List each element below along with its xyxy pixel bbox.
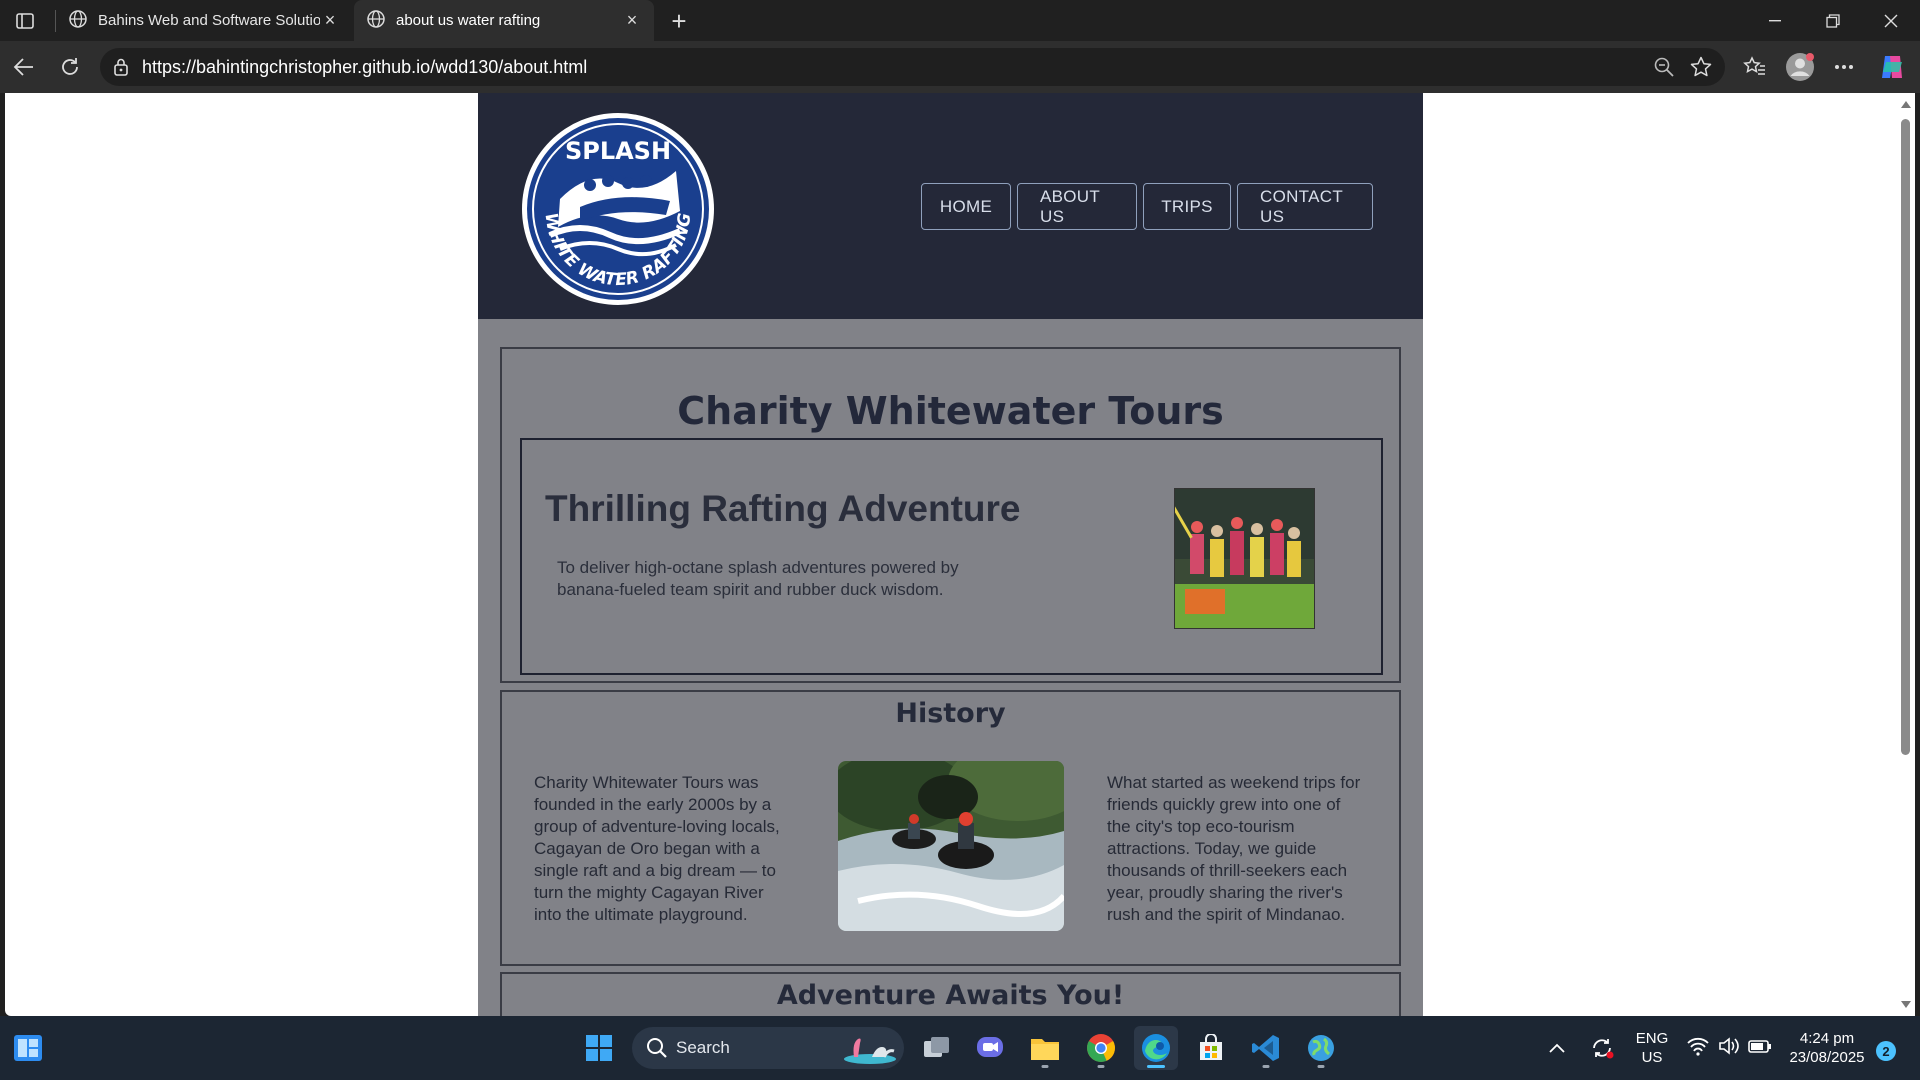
adventure-heading: Thrilling Rafting Adventure: [545, 488, 1021, 529]
address-bar[interactable]: https://bahintingchristopher.github.io/w…: [100, 48, 1725, 86]
search-label: Search: [676, 1038, 730, 1057]
close-window-icon[interactable]: [1862, 0, 1920, 41]
browser-tab-1[interactable]: Bahins Web and Software Solution ×: [56, 0, 352, 41]
close-tab-icon[interactable]: ×: [622, 10, 642, 31]
restore-icon[interactable]: [1804, 0, 1862, 41]
battery-icon: [1748, 1037, 1772, 1060]
site-header: SPLASH WHITE WATER RAFTING HOME ABOUT US…: [478, 93, 1423, 319]
browser-toolbar: https://bahintingchristopher.github.io/w…: [0, 41, 1920, 93]
scroll-up-arrow-icon[interactable]: [1901, 101, 1911, 108]
running-indicator: [1147, 1065, 1165, 1068]
nav-contact-us-button[interactable]: CONTACT US: [1237, 183, 1373, 230]
sync-icon[interactable]: [1582, 1026, 1622, 1070]
tab-actions-icon[interactable]: [10, 8, 40, 34]
file-explorer-icon[interactable]: [1023, 1026, 1067, 1070]
splash-logo[interactable]: SPLASH WHITE WATER RAFTING: [520, 111, 716, 307]
tab-title: Bahins Web and Software Solution: [98, 12, 320, 29]
running-indicator: [1317, 1065, 1325, 1068]
minimize-icon[interactable]: [1746, 0, 1804, 41]
running-indicator: [1097, 1065, 1105, 1068]
close-tab-icon[interactable]: ×: [320, 10, 340, 31]
browser-tab-bar: Bahins Web and Software Solution × about…: [0, 0, 1920, 41]
clock[interactable]: 4:24 pm 23/08/2025: [1784, 1029, 1870, 1067]
back-arrow-icon[interactable]: [6, 49, 42, 85]
river-tubing-photo: [838, 761, 1064, 931]
start-windows-icon[interactable]: [577, 1026, 621, 1070]
history-left-text: Charity Whitewater Tours was founded in …: [534, 773, 780, 924]
globe-icon: [68, 9, 88, 33]
copilot-icon[interactable]: [1874, 49, 1910, 85]
microsoft-store-icon[interactable]: [1189, 1026, 1233, 1070]
refresh-icon[interactable]: [52, 49, 88, 85]
new-tab-icon[interactable]: +: [664, 6, 694, 36]
volume-icon: [1718, 1036, 1740, 1061]
search-icon: [646, 1037, 668, 1064]
history-heading: History: [895, 698, 1006, 729]
zoom-out-icon[interactable]: [1653, 56, 1675, 83]
quick-settings[interactable]: [1676, 1026, 1782, 1070]
task-view-icon[interactable]: [915, 1026, 959, 1070]
nav-home-button[interactable]: HOME: [921, 183, 1011, 230]
url-text[interactable]: https://bahintingchristopher.github.io/w…: [142, 57, 587, 78]
adventure-awaits-heading: Adventure Awaits You!: [776, 980, 1125, 1011]
flamingo-search-highlight-icon: [842, 1033, 898, 1070]
history-section: History Charity Whitewater Tours was fou…: [500, 690, 1401, 966]
more-options-icon[interactable]: [1826, 49, 1862, 85]
globe-app-icon[interactable]: [1299, 1026, 1343, 1070]
globe-icon: [366, 9, 386, 33]
page-scrollbar[interactable]: [1896, 93, 1915, 1016]
running-indicator: [1041, 1065, 1049, 1068]
favorites-icon[interactable]: [1737, 49, 1773, 85]
page-viewport: SPLASH WHITE WATER RAFTING HOME ABOUT US…: [5, 93, 1896, 1016]
notification-badge[interactable]: 2: [1876, 1041, 1896, 1061]
region-label: US: [1641, 1049, 1663, 1066]
teams-meet-icon[interactable]: [968, 1026, 1012, 1070]
running-indicator: [1262, 1065, 1270, 1068]
mission-text: To deliver high-octane splash adventures…: [557, 558, 959, 599]
site-container: SPLASH WHITE WATER RAFTING HOME ABOUT US…: [478, 93, 1423, 1016]
chrome-icon[interactable]: [1079, 1026, 1123, 1070]
logo-top-text: SPLASH: [565, 137, 671, 165]
browser-tab-2[interactable]: about us water rafting ×: [354, 0, 654, 41]
lang-label: ENG: [1635, 1030, 1669, 1047]
tab-title: about us water rafting: [396, 12, 541, 29]
adventure-card: Thrilling Rafting Adventure To deliver h…: [520, 438, 1383, 675]
favorite-star-icon[interactable]: [1689, 55, 1713, 84]
language-indicator[interactable]: ENG US: [1626, 1029, 1678, 1067]
nav-about-us-button[interactable]: ABOUT US: [1017, 183, 1137, 230]
scroll-down-arrow-icon[interactable]: [1901, 1001, 1911, 1008]
time-label: 4:24 pm: [1799, 1030, 1855, 1047]
date-label: 23/08/2025: [1789, 1049, 1865, 1066]
about-section: Charity Whitewater Tours Thrilling Rafti…: [500, 347, 1401, 683]
vscode-icon[interactable]: [1244, 1026, 1288, 1070]
lock-icon[interactable]: [112, 57, 130, 82]
nav-trips-button[interactable]: TRIPS: [1143, 183, 1231, 230]
page-title: Charity Whitewater Tours: [677, 389, 1224, 433]
chevron-up-icon[interactable]: [1540, 1026, 1574, 1070]
profile-avatar[interactable]: [1782, 49, 1818, 85]
history-right-text: What started as weekend trips for friend…: [1107, 773, 1361, 924]
main-nav: HOME ABOUT US TRIPS CONTACT US: [921, 183, 1373, 230]
wifi-icon: [1686, 1036, 1710, 1061]
windows-taskbar: Search ENG US 4:24 pm 23/08/2025: [0, 1016, 1920, 1080]
widgets-icon[interactable]: [6, 1026, 50, 1070]
scroll-thumb[interactable]: [1901, 119, 1910, 755]
taskbar-search-box[interactable]: Search: [632, 1027, 904, 1069]
rafting-team-photo: [1174, 488, 1315, 629]
adventure-awaits-section: Adventure Awaits You!: [500, 972, 1401, 1016]
edge-icon[interactable]: [1134, 1026, 1178, 1070]
